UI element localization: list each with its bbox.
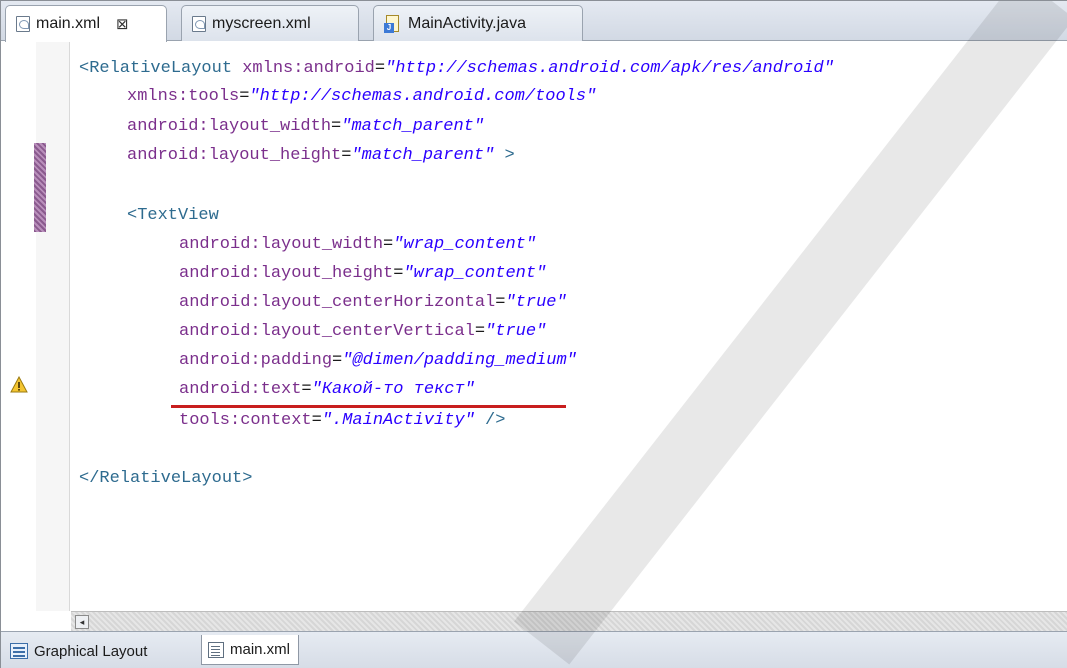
- code-line: android:layout_centerHorizontal="true": [179, 289, 567, 317]
- code-line: android:padding="@dimen/padding_medium": [179, 347, 577, 375]
- code-line: </RelativeLayout>: [79, 465, 252, 493]
- xml-value: "Какой-то текст": [311, 380, 475, 399]
- equals-sign: =: [495, 293, 506, 312]
- xml-attribute: xmlns:android: [242, 59, 375, 78]
- xml-value: "true": [505, 293, 567, 312]
- xml-value: "match_parent": [351, 146, 495, 165]
- xml-attribute: android:layout_height: [127, 146, 342, 165]
- xml-value: "wrap_content": [403, 264, 547, 283]
- code-line: android:layout_height="match_parent" >: [127, 142, 515, 170]
- xml-attribute: android:layout_width: [127, 117, 332, 136]
- annotation-ruler: [36, 41, 70, 611]
- tab-mainactivity-java[interactable]: J MainActivity.java: [373, 5, 583, 41]
- xml-value: "match_parent": [341, 117, 485, 136]
- xml-attribute: android:layout_width: [179, 235, 384, 254]
- code-line: <TextView: [127, 202, 219, 230]
- scroll-left-arrow-icon[interactable]: ◂: [75, 615, 89, 629]
- xml-value: "wrap_content": [393, 235, 537, 254]
- tab-label: main.xml: [36, 15, 101, 32]
- tab-graphical-layout[interactable]: Graphical Layout: [3, 636, 156, 666]
- xml-value: "http://schemas.android.com/tools": [249, 87, 597, 106]
- xml-attribute: android:layout_centerVertical: [179, 322, 475, 341]
- xml-source-icon: [208, 641, 224, 658]
- tab-main-xml[interactable]: main.xml ⊠: [5, 5, 167, 42]
- xml-tag: />: [474, 411, 506, 430]
- equals-sign: =: [239, 87, 250, 106]
- equals-sign: =: [341, 146, 352, 165]
- xml-tag: </RelativeLayout>: [79, 469, 253, 488]
- code-line: <RelativeLayout xmlns:android="http://sc…: [79, 55, 834, 83]
- xml-value: ".MainActivity": [321, 411, 475, 430]
- tab-main-xml-source[interactable]: main.xml: [201, 635, 300, 665]
- tab-label: myscreen.xml: [212, 14, 311, 32]
- editor-window: main.xml ⊠ myscreen.xml J MainActivity.j…: [0, 0, 1067, 668]
- xml-attribute: android:layout_height: [179, 264, 394, 283]
- quick-diff-change-marker[interactable]: [34, 143, 46, 232]
- code-line-warning: android:text="Какой-то текст": [179, 376, 475, 404]
- tab-label: main.xml: [230, 641, 291, 658]
- code-line: android:layout_width="wrap_content": [179, 231, 536, 259]
- xml-value: "@dimen/padding_medium": [342, 351, 577, 370]
- tab-myscreen-xml[interactable]: myscreen.xml: [181, 5, 359, 41]
- xml-source-editor[interactable]: <RelativeLayout xmlns:android="http://sc…: [71, 41, 1067, 611]
- tab-label: Graphical Layout: [34, 642, 148, 660]
- equals-sign: =: [331, 117, 342, 136]
- xml-attribute: xmlns:tools: [127, 87, 240, 106]
- equals-sign: =: [374, 59, 386, 78]
- java-file-icon: J: [384, 14, 402, 33]
- xml-attribute: android:layout_centerHorizontal: [179, 293, 496, 312]
- xml-file-icon: [16, 16, 30, 32]
- close-tab-icon[interactable]: ⊠: [116, 15, 129, 33]
- equals-sign: =: [311, 411, 322, 430]
- horizontal-scrollbar[interactable]: ◂: [71, 611, 1067, 631]
- error-underline: [171, 405, 566, 408]
- layout-icon: [10, 643, 28, 659]
- code-line: android:layout_height="wrap_content": [179, 260, 546, 288]
- xml-value: "true": [485, 322, 547, 341]
- equals-sign: =: [332, 351, 343, 370]
- xml-file-icon: [192, 15, 206, 32]
- xml-attribute: tools:context: [179, 411, 312, 430]
- tab-label: MainActivity.java: [408, 14, 526, 32]
- equals-sign: =: [383, 235, 394, 254]
- xml-tag: <TextView: [127, 206, 219, 225]
- xml-value: "http://schemas.android.com/apk/res/andr…: [385, 59, 834, 78]
- warning-icon[interactable]: [10, 376, 28, 394]
- code-line: android:layout_centerVertical="true": [179, 318, 546, 346]
- xml-tag: >: [494, 146, 515, 165]
- code-line: xmlns:tools="http://schemas.android.com/…: [127, 83, 596, 111]
- editor-mode-tab-bar: Graphical Layout main.xml: [1, 631, 1067, 668]
- code-line: android:layout_width="match_parent": [127, 113, 484, 141]
- xml-attribute: android:padding: [179, 351, 333, 370]
- equals-sign: =: [393, 264, 404, 283]
- code-line: tools:context=".MainActivity" />: [179, 407, 505, 435]
- xml-tag: <RelativeLayout: [79, 59, 243, 78]
- equals-sign: =: [474, 322, 486, 341]
- equals-sign: =: [301, 380, 312, 399]
- editor-tab-bar: main.xml ⊠ myscreen.xml J MainActivity.j…: [1, 1, 1067, 42]
- xml-attribute: android:text: [179, 380, 302, 399]
